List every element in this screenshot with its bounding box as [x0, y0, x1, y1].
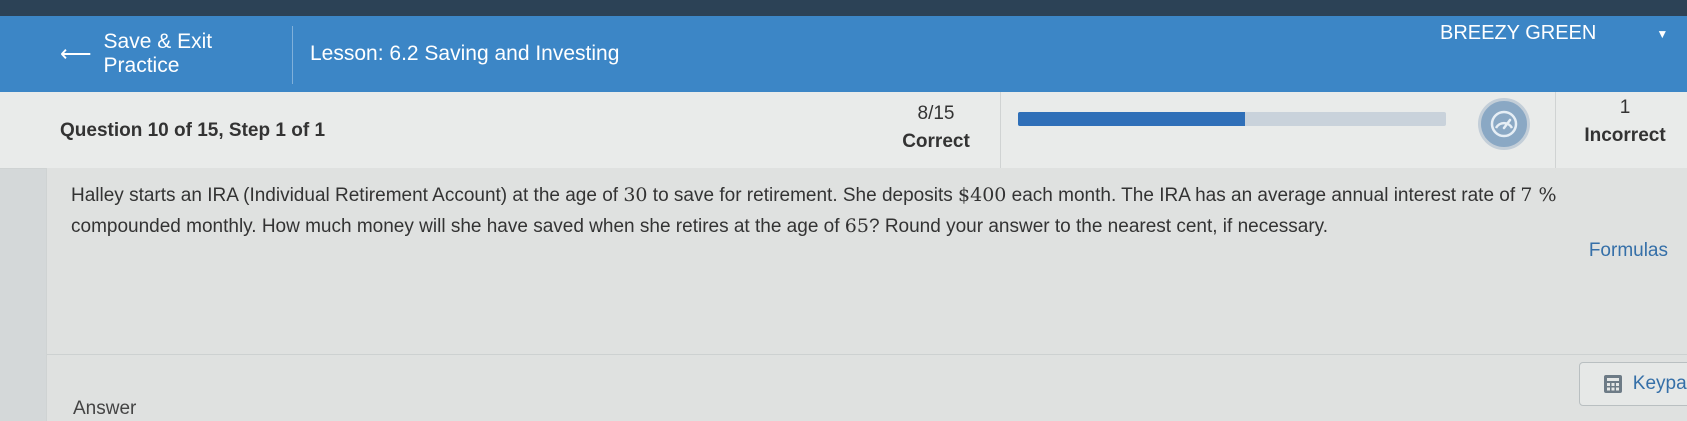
- browser-strip: [0, 0, 1687, 16]
- answer-label: Answer: [73, 398, 137, 419]
- app-header: ⟵ Save & Exit Practice Lesson: 6.2 Savin…: [0, 16, 1687, 92]
- score-display: 8/15 Correct: [890, 100, 982, 156]
- header-divider: [292, 26, 293, 84]
- keypad-label: Keypad: [1632, 373, 1687, 394]
- question-text-part: ? Round your answer to the nearest cent,…: [868, 216, 1329, 237]
- question-text-part: to save for retirement. She deposits: [647, 185, 959, 206]
- keypad-button[interactable]: Keypad: [1579, 362, 1687, 406]
- answer-divider: [47, 354, 1687, 355]
- progress-fill: [1018, 112, 1245, 126]
- question-text-part: compounded monthly. How much money will …: [71, 216, 845, 237]
- user-menu[interactable]: BREEZY GREEN ▼: [1440, 22, 1668, 45]
- formulas-link[interactable]: Formulas: [1589, 240, 1668, 262]
- question-text: Halley starts an IRA (Individual Retirem…: [71, 180, 1671, 242]
- incorrect-display: 1 Incorrect: [1566, 94, 1684, 150]
- question-number: Question 10 of 15, Step 1 of 1: [60, 120, 326, 141]
- question-text-part: Halley starts an IRA (Individual Retirem…: [71, 185, 624, 206]
- incorrect-count: 1: [1619, 97, 1631, 118]
- age-start-value: 30: [623, 184, 648, 206]
- progress-bar: [1018, 112, 1446, 126]
- deposit-value: $400: [958, 184, 1007, 206]
- save-exit-label: Save & Exit Practice: [103, 30, 213, 77]
- user-name: BREEZY GREEN: [1440, 22, 1597, 44]
- keypad-icon: [1603, 375, 1622, 393]
- rate-value: 7 %: [1520, 184, 1557, 206]
- caret-down-icon: ▼: [1656, 26, 1669, 41]
- arrow-left-icon: ⟵: [60, 41, 92, 66]
- save-exit-button[interactable]: ⟵ Save & Exit Practice: [44, 16, 290, 92]
- incorrect-label: Incorrect: [1584, 125, 1666, 146]
- age-end-value: 65: [844, 215, 869, 237]
- score-label: Correct: [902, 131, 970, 152]
- lesson-title: Lesson: 6.2 Saving and Investing: [310, 42, 620, 65]
- score-value: 8/15: [917, 103, 955, 124]
- question-text-part: each month. The IRA has an average annua…: [1006, 185, 1521, 206]
- status-divider: [1555, 92, 1556, 168]
- status-divider: [1000, 92, 1001, 168]
- question-panel: Halley starts an IRA (Individual Retirem…: [46, 168, 1687, 421]
- status-bar: Question 10 of 15, Step 1 of 1 8/15 Corr…: [0, 92, 1687, 169]
- gauge-icon: [1478, 98, 1530, 150]
